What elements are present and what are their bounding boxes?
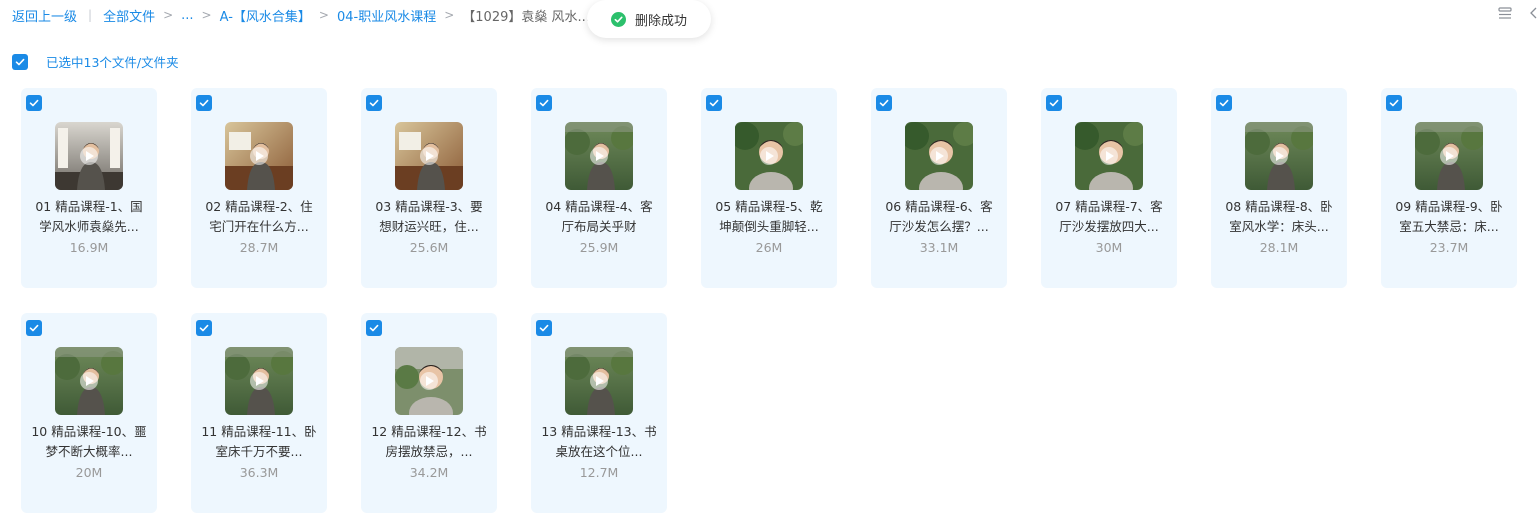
file-card[interactable]: 11 精品课程-11、卧室床千万不要... 36.3M (191, 313, 327, 513)
file-checkbox[interactable] (1216, 95, 1232, 111)
file-size: 25.6M (409, 240, 449, 255)
file-card[interactable]: 09 精品课程-9、卧室五大禁忌：床... 23.7M (1381, 88, 1517, 288)
file-card[interactable]: 07 精品课程-7、客厅沙发摆放四大... 30M (1041, 88, 1177, 288)
breadcrumb-ellipsis[interactable]: ... (181, 8, 193, 23)
file-checkbox[interactable] (706, 95, 722, 111)
file-name: 08 精品课程-8、卧室风水学：床头... (1225, 199, 1333, 234)
file-size: 28.1M (1259, 240, 1299, 255)
breadcrumb-separator-icon: > (318, 8, 329, 22)
video-thumbnail[interactable] (565, 347, 633, 415)
file-checkbox[interactable] (876, 95, 892, 111)
file-card[interactable]: 02 精品课程-2、住宅门开在什么方... 28.7M (191, 88, 327, 288)
file-name: 04 精品课程-4、客厅布局关乎财 (545, 199, 653, 234)
file-size: 23.7M (1429, 240, 1469, 255)
file-card[interactable]: 05 精品课程-5、乾坤颠倒头重脚轻... 26M (701, 88, 837, 288)
video-thumbnail[interactable] (735, 122, 803, 190)
file-name: 11 精品课程-11、卧室床千万不要... (201, 424, 317, 459)
breadcrumb-item-career-course[interactable]: 04-职业风水课程 (337, 6, 436, 25)
file-size: 33.1M (919, 240, 959, 255)
file-name: 06 精品课程-6、客厅沙发怎么摆？... (885, 199, 993, 234)
breadcrumb-separator-icon: > (444, 8, 455, 22)
file-size: 16.9M (69, 240, 109, 255)
file-name: 03 精品课程-3、要想财运兴旺，住... (375, 199, 483, 234)
file-size: 25.9M (579, 240, 619, 255)
file-name: 13 精品课程-13、书桌放在这个位... (541, 424, 657, 459)
chevron-left-icon[interactable] (1529, 6, 1539, 24)
file-checkbox[interactable] (1386, 95, 1402, 111)
video-thumbnail[interactable] (225, 347, 293, 415)
breadcrumb-current-folder: 【1029】袁燊 风水... (462, 9, 590, 25)
file-size: 26M (755, 240, 783, 255)
toast-message: 删除成功 (634, 13, 687, 29)
video-thumbnail[interactable] (565, 122, 633, 190)
file-card[interactable]: 03 精品课程-3、要想财运兴旺，住... 25.6M (361, 88, 497, 288)
video-thumbnail[interactable] (395, 347, 463, 415)
breadcrumb-separator-icon: > (163, 8, 174, 22)
check-circle-icon (610, 11, 626, 27)
file-size: 36.3M (239, 465, 279, 480)
file-card[interactable]: 06 精品课程-6、客厅沙发怎么摆？... 33.1M (871, 88, 1007, 288)
file-name: 09 精品课程-9、卧室五大禁忌：床... (1395, 199, 1503, 234)
file-checkbox[interactable] (366, 95, 382, 111)
delete-success-toast: 删除成功 (587, 0, 711, 38)
file-name: 02 精品课程-2、住宅门开在什么方... (205, 199, 313, 234)
video-thumbnail[interactable] (55, 347, 123, 415)
list-view-icon[interactable] (1498, 6, 1512, 24)
file-checkbox[interactable] (196, 320, 212, 336)
file-checkbox[interactable] (196, 95, 212, 111)
video-thumbnail[interactable] (905, 122, 973, 190)
file-checkbox[interactable] (26, 95, 42, 111)
select-all-checkbox[interactable] (12, 53, 28, 70)
file-name: 07 精品课程-7、客厅沙发摆放四大... (1055, 199, 1163, 234)
file-checkbox[interactable] (1046, 95, 1062, 111)
file-name: 12 精品课程-12、书房摆放禁忌，... (371, 424, 487, 459)
file-size: 12.7M (579, 465, 619, 480)
file-size: 34.2M (409, 465, 449, 480)
select-all-row: 已选中13个文件/文件夹 (12, 52, 179, 71)
video-thumbnail[interactable] (225, 122, 293, 190)
file-checkbox[interactable] (536, 320, 552, 336)
file-card[interactable]: 04 精品课程-4、客厅布局关乎财 25.9M (531, 88, 667, 288)
breadcrumb-divider: | (88, 8, 93, 22)
file-size: 20M (75, 465, 103, 480)
file-card[interactable]: 10 精品课程-10、噩梦不断大概率... 20M (21, 313, 157, 513)
file-card[interactable]: 01 精品课程-1、国学风水师袁燊先... 16.9M (21, 88, 157, 288)
file-checkbox[interactable] (366, 320, 382, 336)
video-thumbnail[interactable] (1075, 122, 1143, 190)
file-card[interactable]: 08 精品课程-8、卧室风水学：床头... 28.1M (1211, 88, 1347, 288)
file-size: 30M (1095, 240, 1123, 255)
file-name: 10 精品课程-10、噩梦不断大概率... (31, 424, 147, 459)
video-thumbnail[interactable] (55, 122, 123, 190)
video-thumbnail[interactable] (395, 122, 463, 190)
breadcrumb-item-fengshui-collection[interactable]: A-【风水合集】 (220, 6, 311, 25)
breadcrumb-separator-icon: > (201, 8, 212, 22)
video-thumbnail[interactable] (1245, 122, 1313, 190)
video-thumbnail[interactable] (1415, 122, 1483, 190)
file-checkbox[interactable] (536, 95, 552, 111)
file-checkbox[interactable] (26, 320, 42, 336)
all-files-link[interactable]: 全部文件 (103, 6, 155, 25)
breadcrumb: 返回上一级 | 全部文件 > ... > A-【风水合集】 > 04-职业风水课… (12, 4, 590, 26)
file-name: 05 精品课程-5、乾坤颠倒头重脚轻... (715, 199, 823, 234)
selection-count-label: 已选中13个文件/文件夹 (46, 55, 179, 70)
back-link[interactable]: 返回上一级 (12, 6, 77, 25)
file-card[interactable]: 13 精品课程-13、书桌放在这个位... 12.7M (531, 313, 667, 513)
file-size: 28.7M (239, 240, 279, 255)
file-name: 01 精品课程-1、国学风水师袁燊先... (35, 199, 143, 234)
file-card[interactable]: 12 精品课程-12、书房摆放禁忌，... 34.2M (361, 313, 497, 513)
